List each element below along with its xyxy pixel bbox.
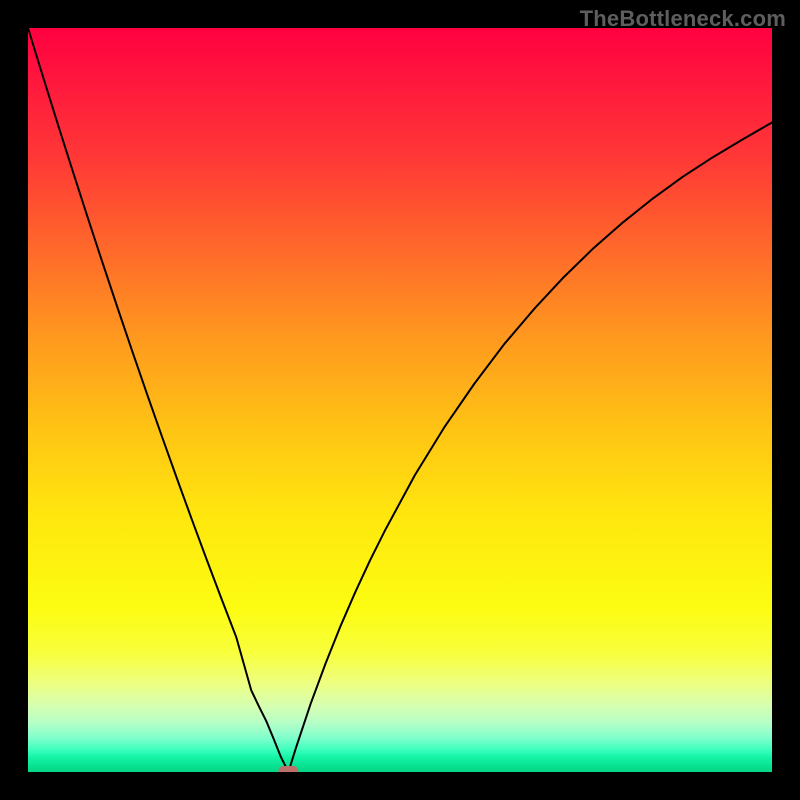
plot-area [28, 28, 772, 772]
curve-layer [28, 28, 772, 772]
chart-frame: TheBottleneck.com [0, 0, 800, 800]
bottleneck-curve [28, 28, 772, 772]
watermark-text: TheBottleneck.com [580, 6, 786, 32]
optimum-marker [278, 766, 298, 772]
